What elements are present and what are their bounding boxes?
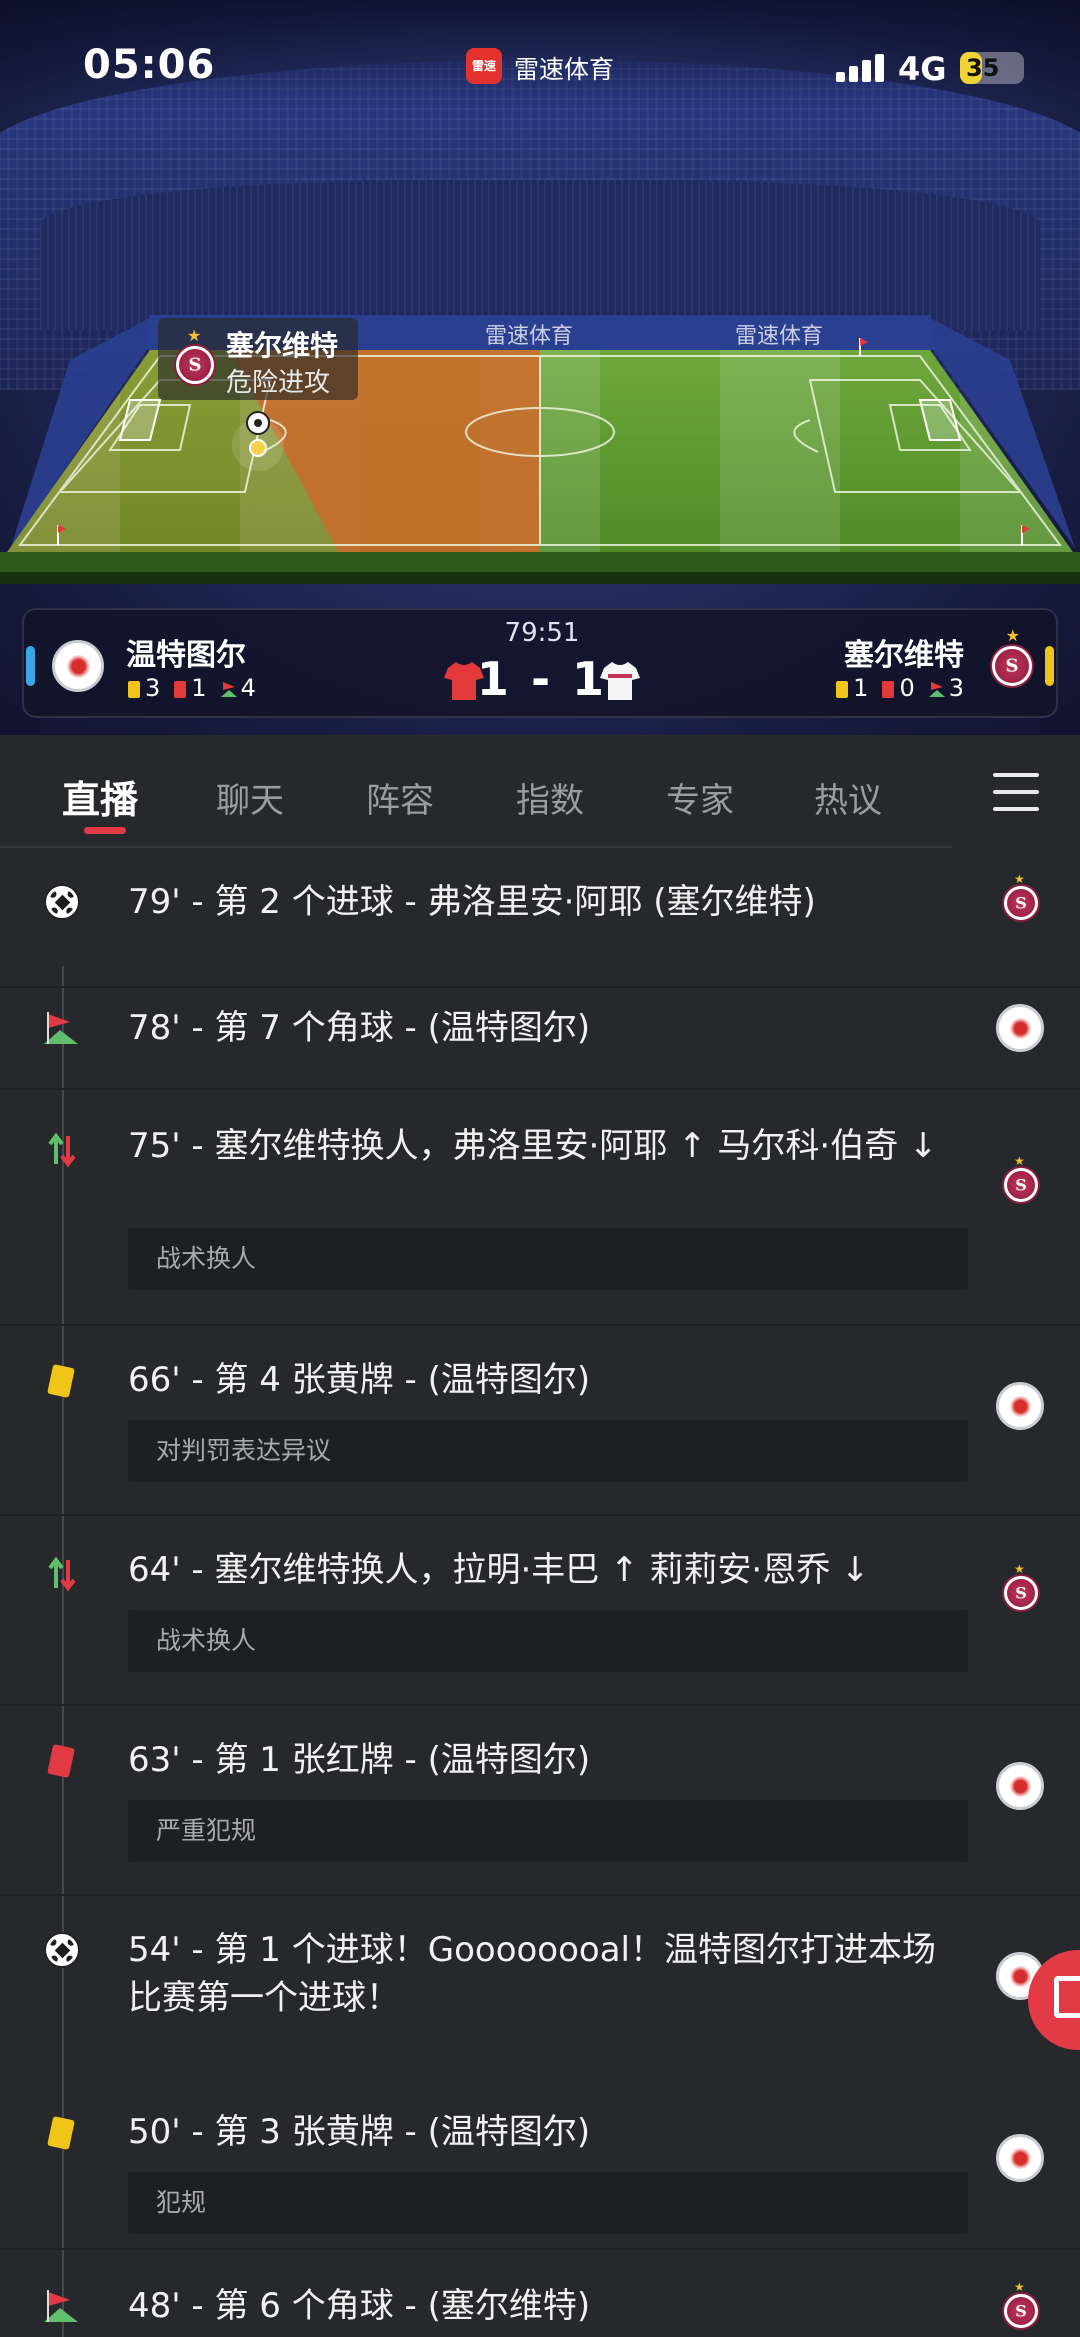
live-commentary-feed[interactable]: 79' - 第 2 个进球 - 弗洛里安·阿耶 (塞尔维特) S ★ 78' -… <box>0 848 1080 2337</box>
away-red-cards: 0 <box>882 674 915 702</box>
event-note: 战术换人 <box>128 1228 968 1290</box>
away-team-crest-icon: S <box>1004 1576 1038 1610</box>
away-team-crest-icon: S <box>1004 1168 1038 1202</box>
scoreboard[interactable]: 温特图尔 3 1 4 79:51 1 - 1 塞尔维特 1 0 3 S ★ <box>22 608 1058 718</box>
away-team-name[interactable]: 塞尔维特 <box>844 630 964 674</box>
event-text: 66' - 第 4 张黄牌 - (温特图尔) <box>128 1360 591 1400</box>
away-corners: 3 <box>928 674 964 702</box>
event-text: 75' - 塞尔维特换人，弗洛里安·阿耶 ↑ 马尔科·伯奇 ↓ <box>128 1126 938 1166</box>
tab-bar: 直播 聊天 阵容 指数 专家 热议 <box>0 735 1080 847</box>
ad-board-text: 雷速体育 <box>485 324 574 349</box>
tab-odds[interactable]: 指数 <box>516 773 584 822</box>
home-team-crest-icon <box>996 1004 1044 1052</box>
away-jersey-icon <box>600 662 640 700</box>
substitution-icon <box>48 1132 76 1168</box>
event-text: 79' - 第 2 个进球 - 弗洛里安·阿耶 (塞尔维特) <box>128 882 816 922</box>
away-team-crest-icon: S <box>176 346 214 384</box>
tab-chat[interactable]: 聊天 <box>216 773 284 822</box>
event-text: 64' - 塞尔维特换人，拉明·丰巴 ↑ 莉莉安·恩乔 ↓ <box>128 1550 870 1590</box>
tab-live[interactable]: 直播 <box>62 769 138 824</box>
away-team-crest-icon: S <box>1004 2294 1038 2328</box>
event-text: 48' - 第 6 个角球 - (塞尔维特) <box>128 2286 591 2326</box>
away-yellow-cards: 1 <box>836 674 868 702</box>
away-team-crest-icon: S <box>1004 886 1038 920</box>
star-icon: ★ <box>187 326 202 345</box>
menu-icon[interactable] <box>993 773 1039 811</box>
ball-icon <box>44 1932 80 1968</box>
tab-lineup[interactable]: 阵容 <box>366 773 434 822</box>
live-event-team: 塞尔维特 <box>226 329 339 362</box>
event-text: 78' - 第 7 个角球 - (温特图尔) <box>128 1008 591 1048</box>
event-note: 严重犯规 <box>128 1800 968 1862</box>
corner-flag-icon <box>44 1012 78 1044</box>
away-side-indicator <box>1045 646 1054 686</box>
corner-flag-icon <box>44 2290 78 2322</box>
red-card-icon <box>882 681 895 698</box>
event-note: 犯规 <box>128 2172 968 2234</box>
yellow-card-icon <box>47 1364 75 1398</box>
red-card-icon <box>47 1744 75 1778</box>
active-tab-indicator <box>84 827 126 834</box>
live-event-description: 危险进攻 <box>226 368 331 398</box>
ad-board-text: 雷速体育 <box>735 324 824 349</box>
yellow-card-icon <box>836 681 849 698</box>
home-team-crest-icon <box>996 1382 1044 1430</box>
event-note: 战术换人 <box>128 1610 968 1672</box>
substitution-icon <box>48 1556 76 1592</box>
home-team-crest-icon <box>996 1762 1044 1810</box>
yellow-card-icon <box>47 2116 75 2150</box>
event-text: 63' - 第 1 张红牌 - (温特图尔) <box>128 1740 591 1780</box>
home-team-crest-icon <box>996 2134 1044 2182</box>
live-event-tag: S ★ 塞尔维特 危险进攻 <box>158 318 358 400</box>
event-text: 50' - 第 3 张黄牌 - (温特图尔) <box>128 2112 591 2152</box>
ball-icon <box>44 884 80 920</box>
away-team-stats: 1 0 3 <box>836 674 964 702</box>
event-note: 对判罚表达异议 <box>128 1420 968 1482</box>
match-animation-panel: 05:06 雷速 雷速体育 4G 35 雷速体育 雷速体育 S ★ 塞尔维特 危… <box>0 0 1080 735</box>
star-icon: ★ <box>1005 626 1020 645</box>
event-text: 54' - 第 1 个进球！Goooooooal！温特图尔打进本场比赛第一个进球… <box>128 1930 936 2018</box>
corner-flag-icon <box>928 675 945 697</box>
tab-discussion[interactable]: 热议 <box>814 773 882 822</box>
away-team-crest-icon: S <box>992 646 1032 686</box>
tab-experts[interactable]: 专家 <box>666 773 734 822</box>
